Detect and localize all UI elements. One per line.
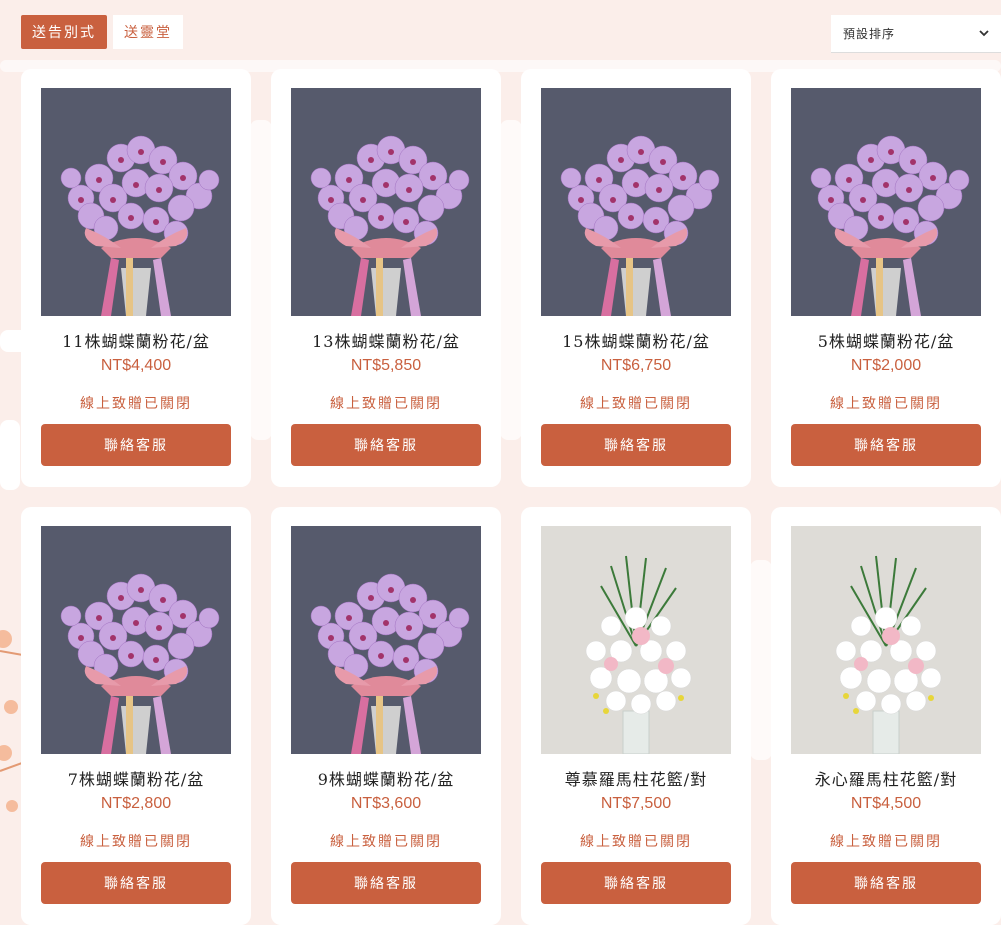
orchid-image[interactable] (41, 88, 231, 316)
category-tabs: 送告別式 送靈堂 (21, 15, 183, 49)
product-price: NT$3,600 (350, 795, 422, 812)
sort-selected-label: 預設排序 (843, 27, 896, 41)
product-card[interactable]: 13株蝴蝶蘭粉花/盆 NT$5,850 線上致贈已關閉聯絡客服 (271, 69, 501, 487)
product-status: 線上致贈已關閉 (580, 834, 692, 850)
product-name[interactable]: 9株蝴蝶蘭粉花/盆 (271, 766, 501, 790)
product-status: 線上致贈已關閉 (830, 834, 942, 850)
contact-service-button[interactable]: 聯絡客服 (541, 424, 731, 466)
tab-funeral[interactable]: 送告別式 (21, 15, 107, 49)
product-name[interactable]: 11株蝴蝶蘭粉花/盆 (21, 328, 251, 352)
contact-service-button[interactable]: 聯絡客服 (791, 424, 981, 466)
product-name[interactable]: 15株蝴蝶蘭粉花/盆 (521, 328, 751, 352)
product-price: NT$4,400 (100, 357, 172, 374)
product-price: NT$2,800 (100, 795, 172, 812)
product-name[interactable]: 尊慕羅馬柱花籃/對 (521, 766, 751, 790)
product-card[interactable]: 9株蝴蝶蘭粉花/盆 NT$3,600 線上致贈已關閉聯絡客服 (271, 507, 501, 925)
contact-service-button[interactable]: 聯絡客服 (291, 862, 481, 904)
product-status: 線上致贈已關閉 (330, 396, 442, 412)
flower-stand-image[interactable] (541, 526, 731, 754)
contact-service-button[interactable]: 聯絡客服 (291, 424, 481, 466)
orchid-image[interactable] (791, 88, 981, 316)
product-card[interactable]: 11株蝴蝶蘭粉花/盆 NT$4,400 線上致贈已關閉聯絡客服 (21, 69, 251, 487)
background-shape (250, 120, 272, 440)
product-status: 線上致贈已關閉 (580, 396, 692, 412)
product-card[interactable]: 15株蝴蝶蘭粉花/盆 NT$6,750 線上致贈已關閉聯絡客服 (521, 69, 751, 487)
sort-select[interactable]: 預設排序 (831, 15, 1001, 53)
background-shape (500, 120, 522, 440)
product-price: NT$2,000 (850, 357, 922, 374)
background-shape (0, 420, 20, 490)
product-price: NT$4,500 (850, 795, 922, 812)
product-status: 線上致贈已關閉 (80, 396, 192, 412)
flower-stand-image[interactable] (791, 526, 981, 754)
product-card[interactable]: 尊慕羅馬柱花籃/對 NT$7,500 線上致贈已關閉聯絡客服 (521, 507, 751, 925)
background-shape (750, 560, 772, 760)
product-price: NT$7,500 (600, 795, 672, 812)
product-card[interactable]: 5株蝴蝶蘭粉花/盆 NT$2,000 線上致贈已關閉聯絡客服 (771, 69, 1001, 487)
product-status: 線上致贈已關閉 (80, 834, 192, 850)
orchid-image[interactable] (291, 88, 481, 316)
contact-service-button[interactable]: 聯絡客服 (541, 862, 731, 904)
product-card[interactable]: 永心羅馬柱花籃/對 NT$4,500 線上致贈已關閉聯絡客服 (771, 507, 1001, 925)
product-price: NT$6,750 (600, 357, 672, 374)
product-name[interactable]: 13株蝴蝶蘭粉花/盆 (271, 328, 501, 352)
contact-service-button[interactable]: 聯絡客服 (791, 862, 981, 904)
tab-memorial-hall[interactable]: 送靈堂 (113, 15, 183, 49)
product-card[interactable]: 7株蝴蝶蘭粉花/盆 NT$2,800 線上致贈已關閉聯絡客服 (21, 507, 251, 925)
contact-service-button[interactable]: 聯絡客服 (41, 424, 231, 466)
product-status: 線上致贈已關閉 (330, 834, 442, 850)
product-name[interactable]: 5株蝴蝶蘭粉花/盆 (771, 328, 1001, 352)
product-name[interactable]: 7株蝴蝶蘭粉花/盆 (21, 766, 251, 790)
chevron-down-icon (979, 30, 989, 37)
orchid-image[interactable] (41, 526, 231, 754)
product-name[interactable]: 永心羅馬柱花籃/對 (771, 766, 1001, 790)
product-status: 線上致贈已關閉 (830, 396, 942, 412)
product-price: NT$5,850 (350, 357, 422, 374)
orchid-image[interactable] (541, 88, 731, 316)
orchid-image[interactable] (291, 526, 481, 754)
contact-service-button[interactable]: 聯絡客服 (41, 862, 231, 904)
